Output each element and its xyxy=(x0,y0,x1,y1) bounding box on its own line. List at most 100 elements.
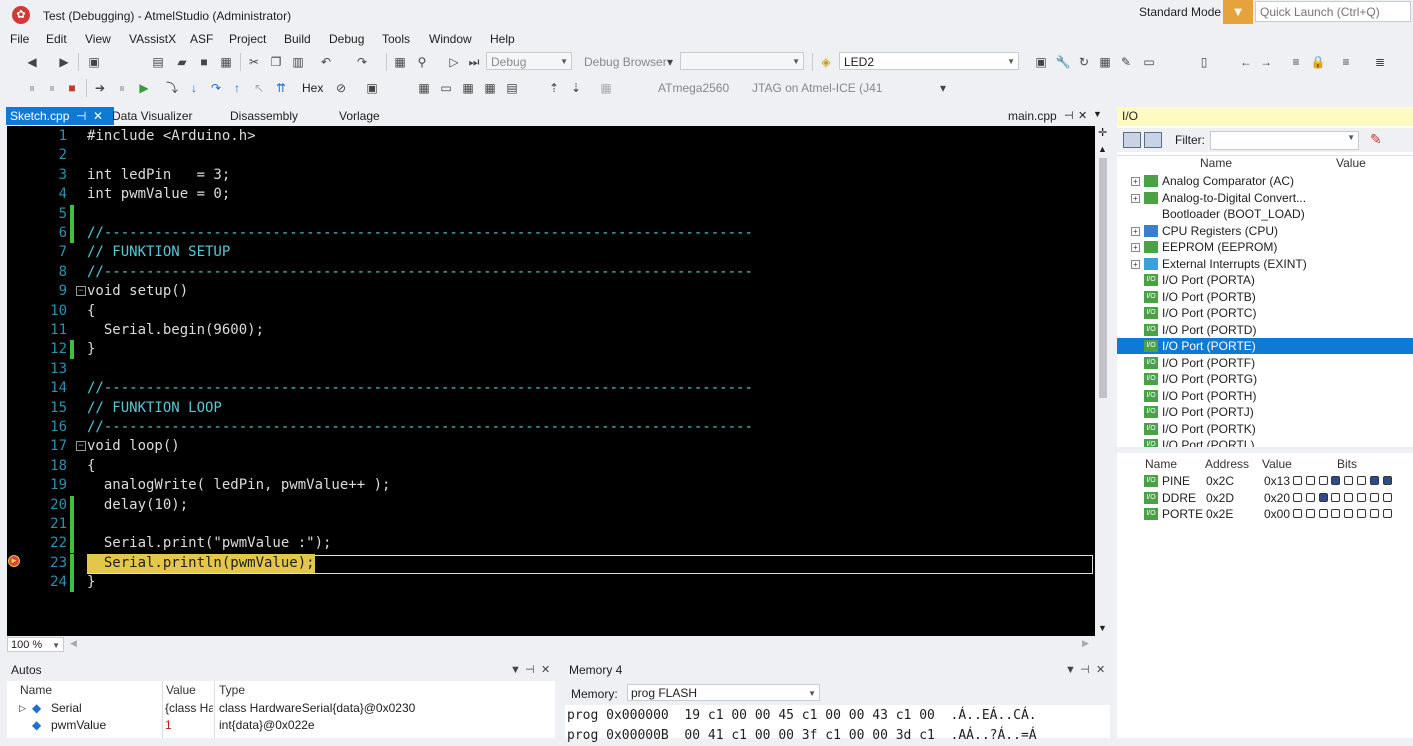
start-icon[interactable]: ▷ xyxy=(446,54,462,70)
code-line[interactable]: 6 //-------------------------------------… xyxy=(7,224,1095,243)
register-bit[interactable] xyxy=(1331,476,1341,485)
align-icon[interactable]: ≡ xyxy=(1338,54,1354,70)
new-project-icon[interactable]: ▣ xyxy=(86,54,102,70)
memory-icon[interactable]: ▭ xyxy=(438,80,454,96)
io-module-item[interactable]: I/O I/O Port (PORTK) xyxy=(1117,421,1413,437)
io-module-item[interactable]: + Analog-to-Digital Convert... xyxy=(1117,190,1413,206)
collapse-icon[interactable]: − xyxy=(76,286,86,297)
register-bit[interactable] xyxy=(1344,492,1354,502)
code-line[interactable]: 19 analogWrite( ledPin, pwmValue++ ); xyxy=(7,476,1095,495)
register-bit[interactable] xyxy=(1382,492,1392,502)
memory-line[interactable]: prog 0x000000 19 c1 00 00 45 c1 00 00 43… xyxy=(567,706,1037,726)
close-icon[interactable]: ✕ xyxy=(541,662,550,679)
register-row[interactable]: I/O PINE 0x2C 0x13 xyxy=(1117,473,1413,489)
code-line[interactable]: 20 delay(10); xyxy=(7,495,1095,515)
tab-vorlage[interactable]: Vorlage xyxy=(335,107,384,125)
close-icon[interactable]: ✕ xyxy=(1096,662,1105,679)
menu-asf[interactable]: ASF xyxy=(190,32,213,46)
configuration-combo[interactable]: Debug ▼ xyxy=(486,52,572,70)
code-line[interactable]: 15 // FUNKTION LOOP xyxy=(7,399,1095,418)
comment-icon[interactable]: ≡ xyxy=(1288,54,1304,70)
code-line[interactable]: 18 { xyxy=(7,457,1095,476)
register-bit[interactable] xyxy=(1331,509,1341,518)
pin-icon[interactable]: ⊣ xyxy=(1064,109,1074,122)
pin-icon[interactable]: ⊣ xyxy=(76,107,86,125)
show-next-statement-icon[interactable]: ➔ xyxy=(92,80,108,96)
step-over-icon[interactable]: ↓ xyxy=(186,80,202,96)
register-bit[interactable] xyxy=(1293,476,1302,485)
download-icon[interactable]: ⇣ xyxy=(568,80,584,96)
chip-icon[interactable]: ▦ xyxy=(1097,54,1113,70)
code-line[interactable]: 11 Serial.begin(9600); xyxy=(7,321,1095,340)
code-line[interactable]: 2 xyxy=(7,146,1095,165)
register-bit[interactable] xyxy=(1305,492,1315,502)
undo-icon[interactable]: ↶ xyxy=(318,54,334,70)
code-line[interactable]: 24} xyxy=(7,573,1095,593)
code-line[interactable]: 9− void setup() xyxy=(7,282,1095,301)
collapse-icon[interactable]: − xyxy=(76,441,86,452)
code-line[interactable]: 21 xyxy=(7,515,1095,534)
io-view-icon[interactable]: ▦ xyxy=(482,80,498,96)
menu-vassistx[interactable]: VAssistX xyxy=(129,32,176,46)
zoom-combo[interactable]: 100 % ▼ xyxy=(7,637,64,652)
registers-icon[interactable]: ▦ xyxy=(416,80,432,96)
register-row[interactable]: I/O PORTE 0x2E 0x00 xyxy=(1117,506,1413,522)
add-item-icon[interactable]: ▤ xyxy=(150,54,166,70)
io-module-item[interactable]: I/O I/O Port (PORTF) xyxy=(1117,355,1413,371)
expand-icon[interactable]: + xyxy=(1131,193,1140,203)
expand-icon[interactable]: + xyxy=(1131,243,1140,252)
find-icon[interactable]: ⚲ xyxy=(414,54,430,70)
breakpoints-icon[interactable]: ⊘ xyxy=(333,80,349,96)
expand-icon[interactable]: + xyxy=(1131,226,1140,236)
solution-icon[interactable]: ▦ xyxy=(392,54,408,70)
debug-browser-button[interactable]: Debug Browser xyxy=(584,55,667,69)
register-bit[interactable] xyxy=(1369,476,1379,485)
register-bit[interactable] xyxy=(1318,492,1328,502)
table-row[interactable]: ◆ pwmValue 1 int{data}@0x022e xyxy=(7,717,555,733)
close-icon[interactable]: ✕ xyxy=(1078,109,1087,122)
cursor-icon[interactable]: ↖ xyxy=(251,80,267,96)
scroll-up-icon[interactable]: ▲ xyxy=(1098,144,1107,154)
code-line[interactable]: 4 int pwmValue = 0; xyxy=(7,185,1095,204)
debug-browser-combo[interactable]: ▼ xyxy=(680,52,804,70)
memory-type-combo[interactable]: prog FLASH ▼ xyxy=(627,684,820,701)
io-module-item[interactable]: I/O I/O Port (PORTG) xyxy=(1117,371,1413,387)
memory-line[interactable]: prog 0x00000B 00 41 c1 00 00 3f c1 00 00… xyxy=(567,726,1037,746)
find-combo[interactable]: LED2 ▼ xyxy=(839,52,1019,70)
io-module-item[interactable]: I/O I/O Port (PORTJ) xyxy=(1117,404,1413,420)
back-icon[interactable]: ◀ xyxy=(24,54,40,70)
expand-icon[interactable]: + xyxy=(1131,177,1140,186)
menu-help[interactable]: Help xyxy=(490,32,515,46)
io-module-item[interactable]: + EEPROM (EEPROM) xyxy=(1117,239,1413,255)
code-line[interactable]: 22 Serial.print("pwmValue :"); xyxy=(7,534,1095,554)
register-bit[interactable] xyxy=(1369,492,1379,502)
code-line[interactable]: 1 #include <Arduino.h> xyxy=(7,127,1095,146)
hex-button[interactable]: Hex xyxy=(302,81,323,95)
register-bit[interactable] xyxy=(1357,476,1366,485)
scroll-thumb[interactable] xyxy=(1099,158,1107,398)
io-view-icon[interactable] xyxy=(1123,132,1141,148)
code-line[interactable]: 23 Serial.println(pwmValue); xyxy=(7,553,1095,573)
menu-project[interactable]: Project xyxy=(229,32,266,46)
code-line[interactable]: 13 xyxy=(7,360,1095,379)
refresh-icon[interactable]: ↻ xyxy=(1076,54,1092,70)
menu-debug[interactable]: Debug xyxy=(329,32,364,46)
layout-icon[interactable]: ▯ xyxy=(1196,54,1212,70)
tab-disassembly[interactable]: Disassembly xyxy=(226,107,302,125)
register-bit[interactable] xyxy=(1293,509,1302,518)
cut-icon[interactable]: ✂ xyxy=(246,54,262,70)
expand-icon[interactable]: + xyxy=(1131,259,1140,269)
io-filter-input[interactable]: ▼ xyxy=(1210,131,1359,150)
io-module-item[interactable]: I/O I/O Port (PORTB) xyxy=(1117,289,1413,305)
menu-view[interactable]: View xyxy=(85,32,111,46)
edit-icon[interactable]: ✎ xyxy=(1370,131,1388,149)
io-view-alt-icon[interactable] xyxy=(1144,132,1162,148)
set-next-statement-icon[interactable]: ⇈ xyxy=(273,80,289,96)
extension-icon[interactable]: ✎ xyxy=(1118,54,1134,70)
break-icon[interactable]: ⏸ xyxy=(114,80,130,96)
save-all-icon[interactable]: ▦ xyxy=(218,54,234,70)
step-out-icon[interactable]: ↷ xyxy=(208,80,224,96)
code-line[interactable]: 5 xyxy=(7,204,1095,224)
pin-icon[interactable]: ⊣ xyxy=(525,662,535,679)
scroll-left-icon[interactable]: ◀ xyxy=(70,638,77,649)
